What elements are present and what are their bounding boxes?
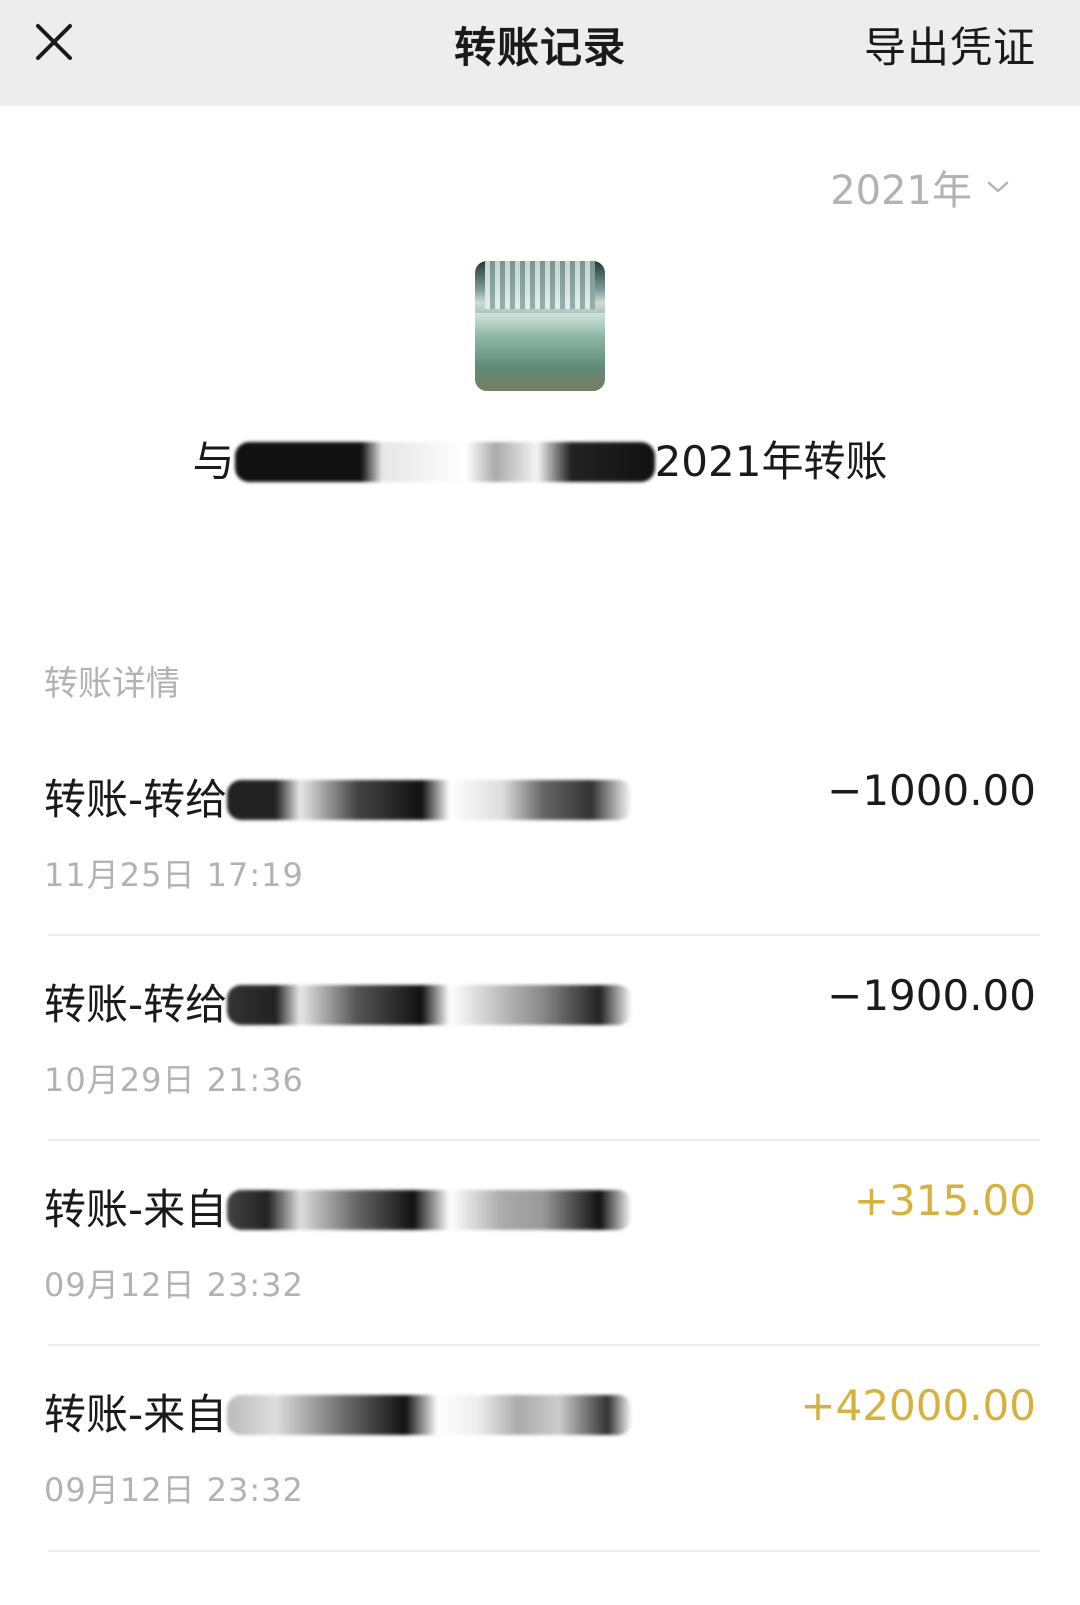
transaction-time: 09月12日 23:32 xyxy=(44,1471,304,1509)
redacted-name xyxy=(227,985,633,1025)
transaction-type: 转账-转给 xyxy=(44,775,228,824)
divider xyxy=(48,934,1040,936)
chevron-down-icon xyxy=(987,181,1009,193)
transaction-row[interactable]: 转账-转给 10月29日 21:36 −1900.00 xyxy=(0,971,1080,1171)
year-selector[interactable]: 2021年 xyxy=(830,158,1010,216)
transaction-description: 转账-来自 xyxy=(44,1176,633,1237)
summary-prefix: 与 xyxy=(192,437,235,486)
close-icon xyxy=(36,24,72,60)
transaction-type: 转账-来自 xyxy=(44,1185,228,1234)
transfer-summary: 与 2021年转账 xyxy=(0,428,1080,489)
transaction-row[interactable]: 转账-来自 09月12日 23:32 +315.00 xyxy=(0,1176,1080,1376)
transaction-amount: −1000.00 xyxy=(827,766,1036,815)
redacted-name xyxy=(227,1395,633,1435)
summary-suffix: 2021年转账 xyxy=(654,437,888,486)
year-selector-value: 2021年 xyxy=(830,168,972,214)
redacted-name xyxy=(227,780,633,820)
transaction-description: 转账-转给 xyxy=(44,766,633,827)
redacted-name xyxy=(234,442,655,482)
divider xyxy=(48,1139,1040,1141)
transaction-row[interactable]: 转账-转给 11月25日 17:19 −1000.00 xyxy=(0,766,1080,966)
contact-avatar xyxy=(475,261,605,391)
divider xyxy=(48,1344,1040,1346)
transaction-time: 10月29日 21:36 xyxy=(44,1061,304,1099)
divider xyxy=(48,1550,1040,1552)
transaction-time: 09月12日 23:32 xyxy=(44,1266,304,1304)
transaction-amount: +315.00 xyxy=(853,1176,1036,1225)
transaction-type: 转账-来自 xyxy=(44,1390,228,1439)
transaction-description: 转账-来自 xyxy=(44,1381,633,1442)
transaction-time: 11月25日 17:19 xyxy=(44,856,304,894)
transaction-amount: −1900.00 xyxy=(827,971,1036,1020)
export-voucher-button[interactable]: 导出凭证 xyxy=(864,14,1036,75)
transaction-type: 转账-转给 xyxy=(44,980,228,1029)
close-button[interactable] xyxy=(30,18,78,66)
transaction-amount: +42000.00 xyxy=(800,1381,1036,1430)
navigation-bar: 转账记录 导出凭证 xyxy=(0,0,1080,106)
transaction-description: 转账-转给 xyxy=(44,971,633,1032)
section-label: 转账详情 xyxy=(44,664,180,704)
redacted-name xyxy=(227,1190,633,1230)
